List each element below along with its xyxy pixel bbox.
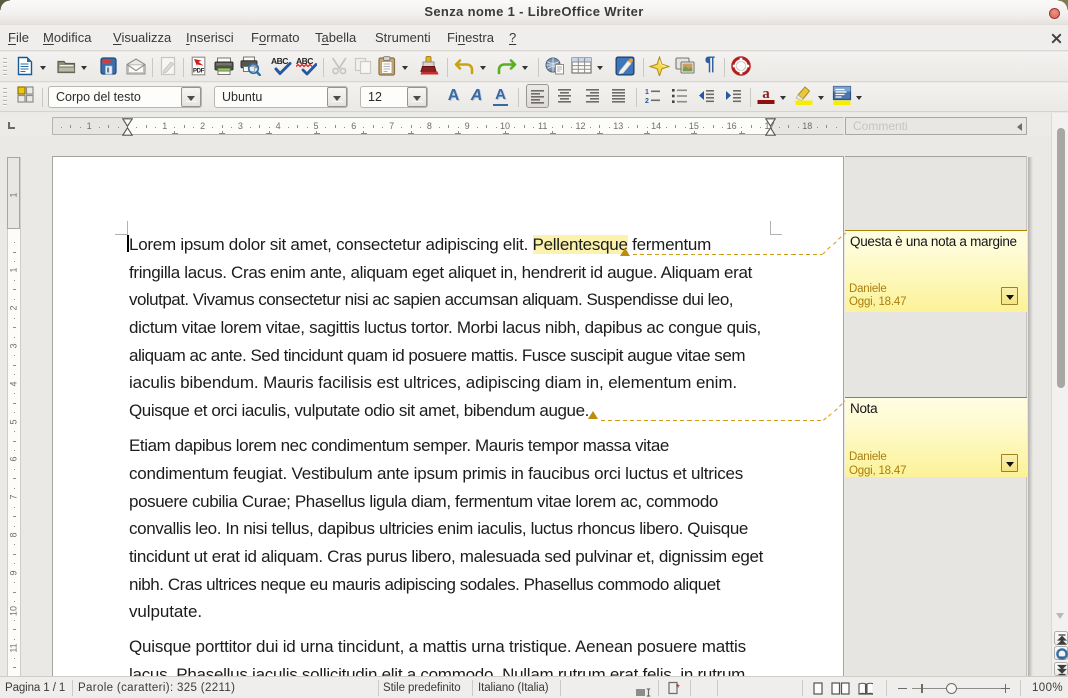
svg-text:1: 1 xyxy=(645,89,649,96)
svg-text:*: * xyxy=(676,683,680,694)
svg-text:PDF: PDF xyxy=(193,69,205,75)
svg-text:ABC: ABC xyxy=(271,56,288,66)
svg-text:2: 2 xyxy=(645,98,649,105)
svg-text:a: a xyxy=(762,86,770,102)
